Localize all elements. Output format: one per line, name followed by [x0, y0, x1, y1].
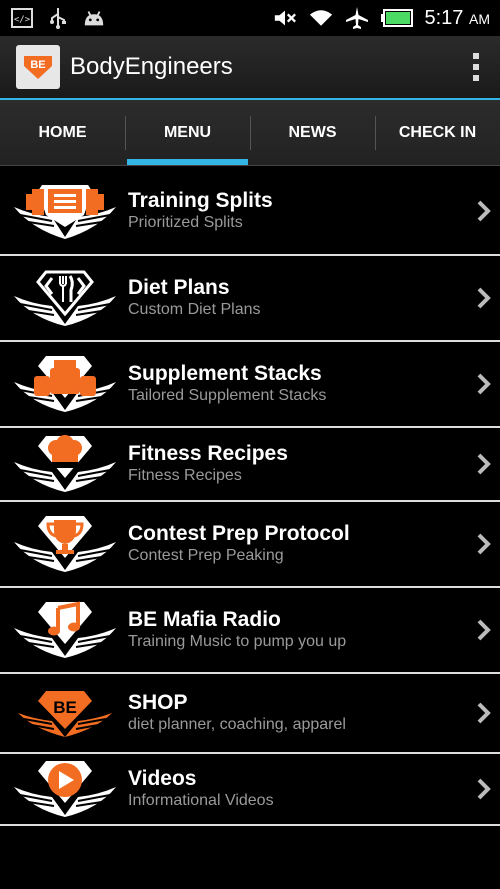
chevron-right-icon [474, 449, 494, 479]
chevron-right-icon [474, 615, 494, 645]
wifi-icon [309, 7, 333, 29]
menu-item-title: SHOP [128, 691, 188, 714]
chevron-right-icon [474, 529, 494, 559]
app-title: BodyEngineers [70, 53, 233, 80]
menu-item-subtitle: Tailored Supplement Stacks [128, 387, 327, 404]
menu-item-supplement-stacks[interactable]: Supplement Stacks Tailored Supplement St… [0, 342, 500, 428]
menu-item-title: Fitness Recipes [128, 442, 288, 465]
menu-item-subtitle: Custom Diet Plans [128, 301, 261, 318]
chevron-right-icon [474, 283, 494, 313]
dumbbell-icon [14, 185, 116, 239]
be-logo-icon: BE [18, 691, 112, 737]
tab-check-in[interactable]: CHECK IN [375, 100, 500, 165]
menu-item-diet-plans[interactable]: Diet Plans Custom Diet Plans [0, 256, 500, 342]
menu-item-title: Supplement Stacks [128, 362, 322, 385]
tab-bar: HOME MENU NEWS CHECK IN [0, 100, 500, 166]
svg-text:</>: </> [14, 15, 31, 25]
menu-item-contest-prep-protocol[interactable]: Contest Prep Protocol Contest Prep Peaki… [0, 502, 500, 588]
chevron-right-icon [474, 196, 494, 226]
trophy-icon [14, 516, 116, 572]
chevron-right-icon [474, 369, 494, 399]
clock: 5:17 AM [424, 6, 491, 29]
android-icon [82, 7, 106, 29]
menu-item-title: BE Mafia Radio [128, 608, 281, 631]
fork-knife-icon [14, 270, 116, 326]
chef-hat-icon [14, 435, 116, 492]
menu-item-title: Videos [128, 767, 197, 790]
menu-item-shop[interactable]: BE SHOP diet planner, coaching, apparel [0, 674, 500, 754]
tab-home[interactable]: HOME [0, 100, 125, 165]
chevron-right-icon [474, 774, 494, 804]
overflow-menu-icon[interactable] [466, 47, 486, 87]
mute-icon [273, 7, 297, 29]
menu-item-be-mafia-radio[interactable]: BE Mafia Radio Training Music to pump yo… [0, 588, 500, 674]
menu-item-subtitle: Contest Prep Peaking [128, 547, 284, 564]
status-bar: </> 5:17 AM [0, 0, 500, 36]
menu-item-training-splits[interactable]: Training Splits Prioritized Splits [0, 168, 500, 256]
menu-item-subtitle: Training Music to pump you up [128, 633, 347, 650]
menu-list: Training Splits Prioritized Splits Diet … [0, 168, 500, 826]
app-logo-icon[interactable]: BE [16, 45, 60, 89]
menu-item-title: Training Splits [128, 189, 273, 212]
play-icon [14, 761, 116, 817]
action-bar: BE BodyEngineers [0, 36, 500, 100]
chevron-right-icon [474, 698, 494, 728]
svg-text:BE: BE [53, 698, 77, 717]
music-note-icon [14, 601, 116, 658]
airplane-icon [345, 7, 369, 29]
menu-item-videos[interactable]: Videos Informational Videos [0, 754, 500, 826]
tab-news[interactable]: NEWS [250, 100, 375, 165]
tab-menu[interactable]: MENU [125, 100, 250, 165]
menu-item-subtitle: Fitness Recipes [128, 467, 242, 484]
usb-icon [46, 7, 70, 29]
menu-item-fitness-recipes[interactable]: Fitness Recipes Fitness Recipes [0, 428, 500, 502]
code-icon: </> [10, 7, 34, 29]
menu-item-title: Diet Plans [128, 276, 230, 299]
battery-icon [380, 7, 413, 29]
menu-item-subtitle: Informational Videos [128, 792, 274, 809]
svg-text:BE: BE [30, 59, 45, 71]
menu-item-subtitle: diet planner, coaching, apparel [128, 716, 346, 733]
menu-item-title: Contest Prep Protocol [128, 522, 350, 545]
menu-item-subtitle: Prioritized Splits [128, 214, 243, 231]
supplement-jars-icon [14, 356, 116, 412]
